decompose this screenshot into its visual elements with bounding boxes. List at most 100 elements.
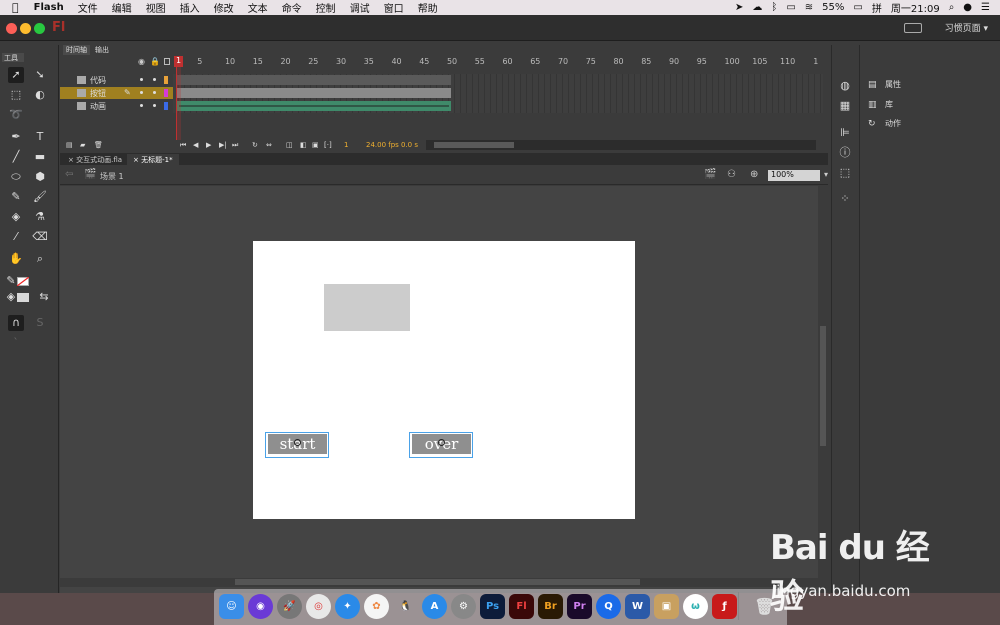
siri-icon[interactable]: ● bbox=[963, 2, 972, 13]
scroll-thumb[interactable] bbox=[434, 142, 514, 148]
quicktime-icon[interactable]: Q bbox=[596, 594, 621, 619]
subselection-tool-icon[interactable]: ➘ bbox=[32, 67, 48, 83]
app-menu[interactable]: Flash bbox=[27, 2, 71, 13]
pasteboard[interactable]: start over bbox=[60, 186, 818, 593]
actions-panel-item[interactable]: ↻ 动作 bbox=[868, 118, 901, 129]
modify-markers-icon[interactable]: [·] bbox=[324, 141, 332, 149]
menu-modify[interactable]: 修改 bbox=[207, 0, 241, 15]
onion-skin-icon[interactable]: ◫ bbox=[286, 141, 293, 149]
menu-text[interactable]: 文本 bbox=[241, 0, 275, 15]
scroll-thumb[interactable] bbox=[235, 579, 640, 585]
layer-name[interactable]: 按钮 bbox=[90, 88, 106, 99]
photos-icon[interactable]: ✿ bbox=[364, 594, 389, 619]
lock-dot[interactable] bbox=[153, 91, 156, 94]
menu-window[interactable]: 窗口 bbox=[377, 0, 411, 15]
chrome-icon[interactable]: ◎ bbox=[306, 594, 331, 619]
app-store-icon[interactable]: A bbox=[422, 594, 447, 619]
new-layer-icon[interactable]: ▤ bbox=[66, 141, 73, 149]
wifi-icon[interactable]: ≋ bbox=[805, 2, 813, 13]
bridge-icon[interactable]: Br bbox=[538, 594, 563, 619]
lock-dot[interactable] bbox=[153, 78, 156, 81]
layer-name[interactable]: 代码 bbox=[90, 75, 106, 86]
lock-dot[interactable] bbox=[153, 104, 156, 107]
send-icon[interactable]: ➤ bbox=[735, 2, 743, 13]
baidu-cloud-icon[interactable]: ☁ bbox=[752, 2, 762, 13]
delete-layer-icon[interactable]: 🗑 bbox=[94, 141, 103, 149]
playhead[interactable] bbox=[176, 56, 181, 140]
menu-edit[interactable]: 编辑 bbox=[105, 0, 139, 15]
center-stage-icon[interactable]: ⊕ bbox=[750, 169, 758, 180]
menu-view[interactable]: 视图 bbox=[139, 0, 173, 15]
word-icon[interactable]: W bbox=[625, 594, 650, 619]
visibility-dot[interactable] bbox=[140, 78, 143, 81]
frame-span-buttons[interactable] bbox=[177, 88, 451, 98]
layer-name[interactable]: 动画 bbox=[90, 101, 106, 112]
paint-bucket-tool-icon[interactable]: ◈ bbox=[8, 209, 24, 225]
menu-control[interactable]: 控制 bbox=[309, 0, 343, 15]
frame-span-animation[interactable] bbox=[177, 101, 451, 111]
layer-row[interactable]: 动画 bbox=[60, 100, 173, 112]
menu-file[interactable]: 文件 bbox=[71, 0, 105, 15]
system-preferences-icon[interactable]: ⚙ bbox=[451, 594, 476, 619]
color-panel-icon[interactable]: ◍ bbox=[837, 78, 853, 94]
frame-rate[interactable]: 24.00 fps bbox=[366, 141, 399, 149]
flash-player-icon[interactable]: ƒ bbox=[712, 594, 737, 619]
playhead-marker[interactable]: 1 bbox=[174, 56, 183, 67]
edit-symbols-icon[interactable]: ⚇ bbox=[727, 169, 736, 180]
tab-timeline[interactable]: 时间轴 bbox=[63, 45, 90, 55]
frame-span-code[interactable] bbox=[177, 75, 451, 85]
info-panel-icon[interactable]: ⓘ bbox=[837, 145, 853, 161]
zoom-window-button[interactable] bbox=[34, 23, 45, 34]
pen-tool-icon[interactable]: ✒ bbox=[8, 129, 24, 145]
stage[interactable]: start over bbox=[253, 241, 635, 519]
premiere-icon[interactable]: Pr bbox=[567, 594, 592, 619]
layer-color-swatch[interactable] bbox=[164, 76, 168, 84]
lock-icon[interactable]: 🔒 bbox=[150, 57, 160, 66]
edit-scene-icon[interactable]: 🎬 bbox=[704, 169, 716, 180]
stage-hscroll[interactable] bbox=[60, 578, 818, 587]
wps-icon[interactable]: ω bbox=[683, 594, 708, 619]
display-icon[interactable]: ▭ bbox=[786, 2, 795, 13]
workspace-layout-icon[interactable] bbox=[904, 23, 922, 33]
eyedropper-tool-icon[interactable]: ⁄ bbox=[8, 229, 24, 245]
stroke-color-swatch[interactable] bbox=[17, 277, 29, 286]
notification-center-icon[interactable]: ☰ bbox=[981, 2, 990, 13]
straighten-icon[interactable]: ˋ bbox=[8, 335, 24, 351]
properties-panel-item[interactable]: ▤ 属性 bbox=[868, 79, 901, 90]
layer-row[interactable]: 代码 bbox=[60, 74, 173, 86]
polystar-tool-icon[interactable]: ⬢ bbox=[32, 169, 48, 185]
align-panel-icon[interactable]: ⊫ bbox=[837, 125, 853, 141]
menu-help[interactable]: 帮助 bbox=[411, 0, 445, 15]
battery-percent[interactable]: 55% bbox=[822, 2, 844, 13]
center-frame-icon[interactable]: ⇔ bbox=[266, 141, 272, 149]
finder-icon[interactable]: ☺ bbox=[219, 594, 244, 619]
qq-icon[interactable]: 🐧 bbox=[393, 594, 418, 619]
edit-multiple-frames-icon[interactable]: ▣ bbox=[312, 141, 319, 149]
search-icon[interactable]: ⌕ bbox=[949, 2, 955, 13]
zoom-select[interactable]: 100% ▾ bbox=[768, 170, 828, 181]
flash-icon[interactable]: Fl bbox=[509, 594, 534, 619]
launchpad-icon[interactable]: 🚀 bbox=[277, 594, 302, 619]
oval-tool-icon[interactable]: ⬭ bbox=[8, 169, 24, 185]
apple-menu-icon[interactable]:  bbox=[0, 1, 27, 14]
menu-insert[interactable]: 插入 bbox=[173, 0, 207, 15]
smooth-icon[interactable]: S bbox=[32, 315, 48, 331]
go-to-last-frame-icon[interactable]: ⏭ bbox=[232, 141, 238, 150]
gray-rectangle-shape[interactable] bbox=[324, 284, 410, 331]
tab-output[interactable]: 输出 bbox=[92, 45, 112, 55]
start-button-symbol[interactable]: start bbox=[265, 432, 329, 458]
workspace-switcher[interactable]: 习惯页面 ▾ bbox=[945, 21, 988, 34]
minimize-window-button[interactable] bbox=[20, 23, 31, 34]
safari-icon[interactable]: ✦ bbox=[335, 594, 360, 619]
visibility-dot[interactable] bbox=[140, 104, 143, 107]
tools-tab[interactable]: 工具 bbox=[2, 53, 24, 62]
zoom-tool-icon[interactable]: ⌕ bbox=[32, 251, 48, 267]
fill-color-swatch[interactable] bbox=[17, 293, 29, 302]
timeline-hscroll[interactable] bbox=[426, 140, 816, 150]
text-tool-icon[interactable]: T bbox=[32, 129, 48, 145]
menu-commands[interactable]: 命令 bbox=[275, 0, 309, 15]
layer-row[interactable]: 按钮 ✎ bbox=[60, 87, 173, 99]
line-tool-icon[interactable]: ╱ bbox=[8, 149, 24, 165]
archive-utility-icon[interactable]: ▣ bbox=[654, 594, 679, 619]
brush-tool-icon[interactable]: 🖌 bbox=[32, 189, 48, 205]
